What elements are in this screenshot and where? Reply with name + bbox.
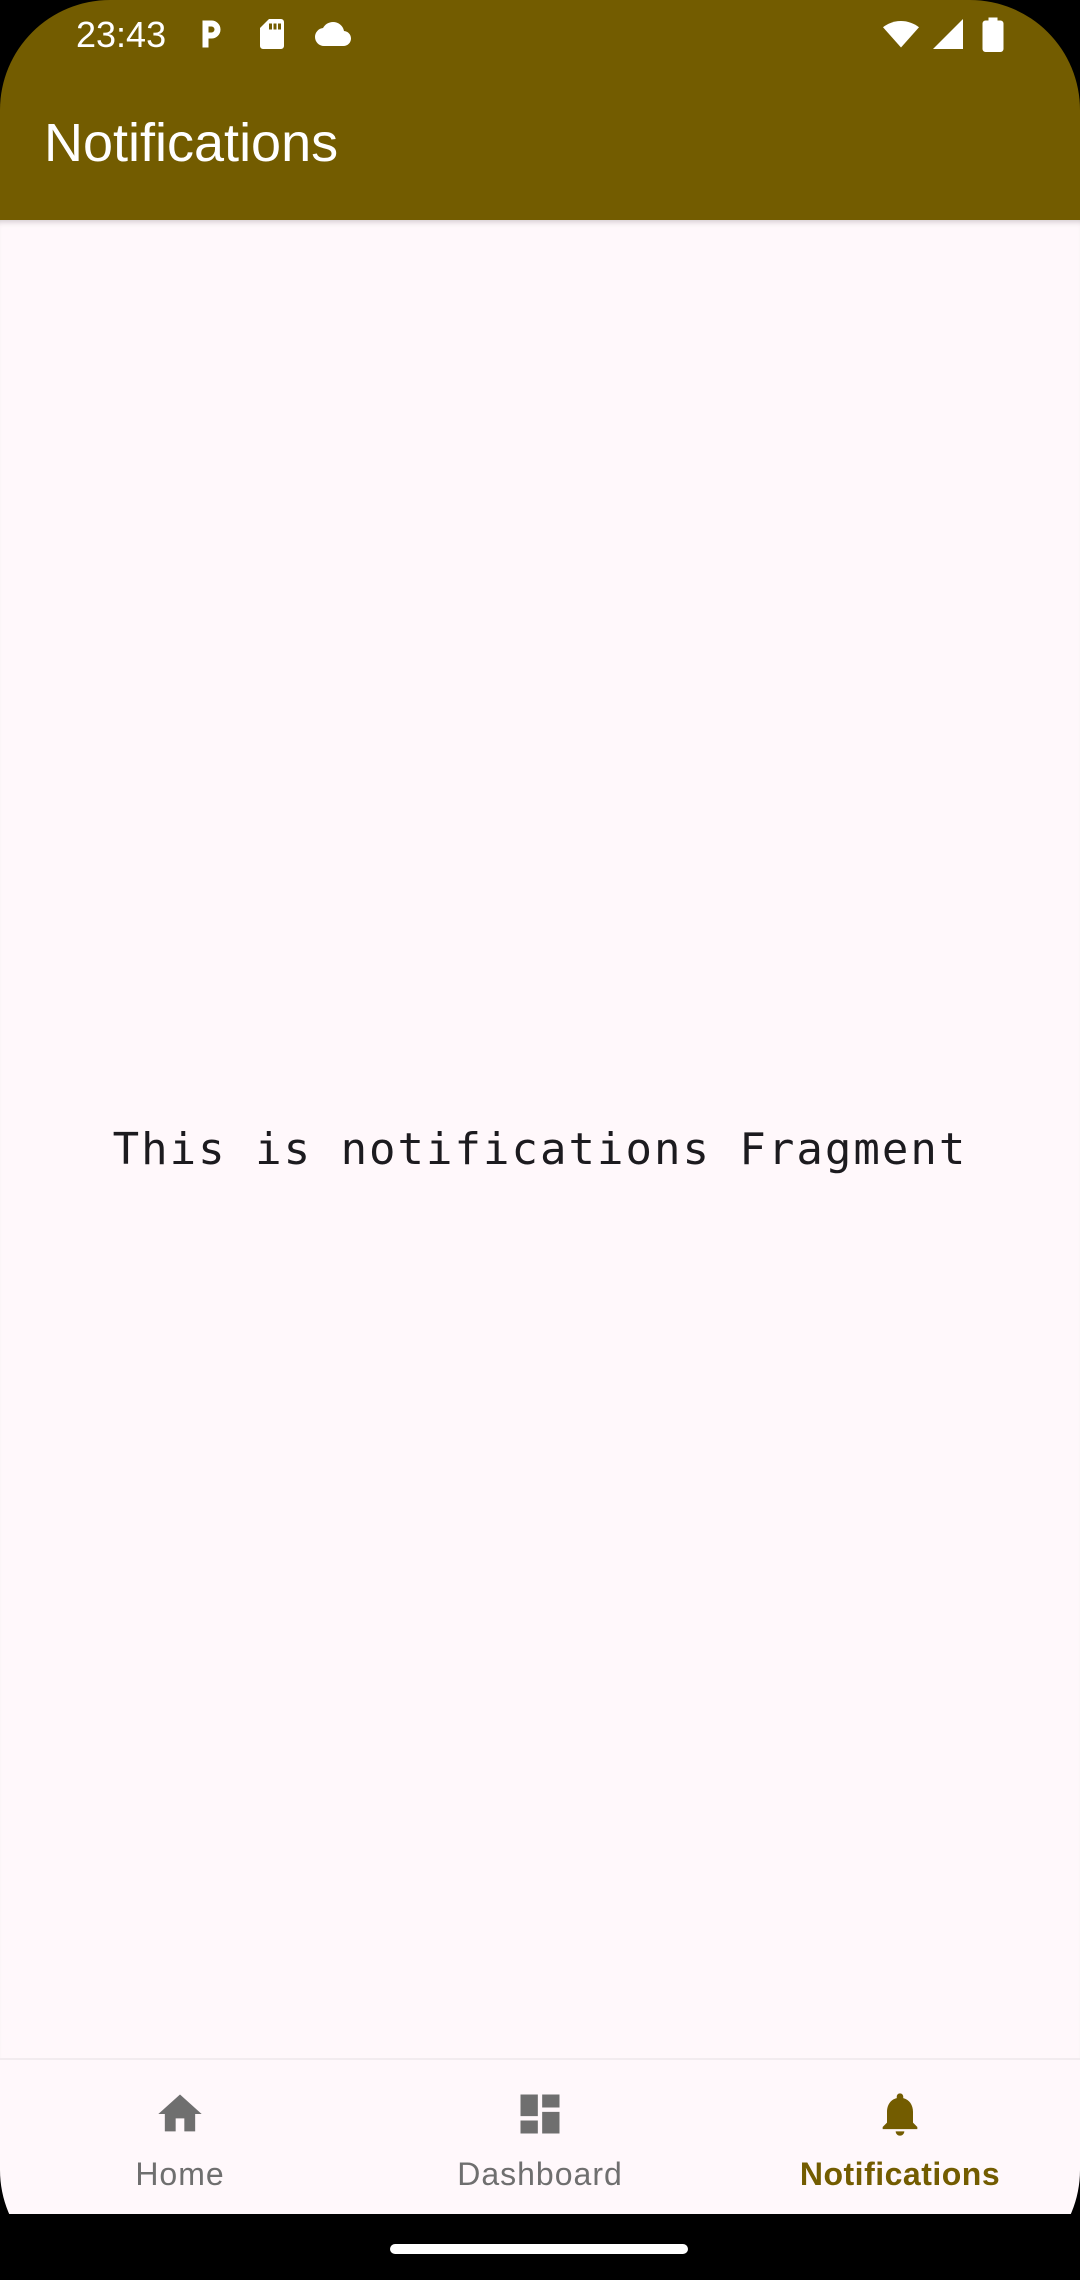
fragment-content: This is notifications Fragment: [0, 220, 1080, 2058]
sd-card-icon: [254, 16, 290, 52]
nav-label-home: Home: [135, 2156, 225, 2192]
nav-item-notifications[interactable]: Notifications: [720, 2060, 1080, 2216]
nav-item-dashboard[interactable]: Dashboard: [360, 2060, 720, 2216]
wifi-icon: [880, 16, 922, 52]
bottom-navigation: Home Dashboard Notifications: [0, 2058, 1080, 2214]
gesture-navigation-area: [0, 2214, 1080, 2280]
status-time: 23:43: [76, 14, 167, 55]
dashboard-icon: [514, 2088, 566, 2140]
page-title: Notifications: [44, 113, 339, 173]
bell-icon: [874, 2088, 926, 2140]
cloud-icon: [312, 16, 354, 52]
nav-label-notifications: Notifications: [799, 2156, 1001, 2192]
battery-icon: [980, 16, 1006, 52]
cell-signal-icon: [930, 16, 966, 52]
top-app-area: 23:43 Notifications: [0, 0, 1080, 220]
fragment-text: This is notifications Fragment: [112, 1124, 968, 1175]
nav-item-home[interactable]: Home: [0, 2060, 360, 2216]
status-bar: 23:43: [0, 0, 1080, 70]
gesture-handle[interactable]: [390, 2244, 688, 2254]
home-icon: [154, 2088, 206, 2140]
p-notification-icon: [192, 16, 228, 52]
nav-label-dashboard: Dashboard: [457, 2156, 623, 2192]
phone-screen: 23:43 Notifications This is notification…: [0, 0, 1080, 2280]
